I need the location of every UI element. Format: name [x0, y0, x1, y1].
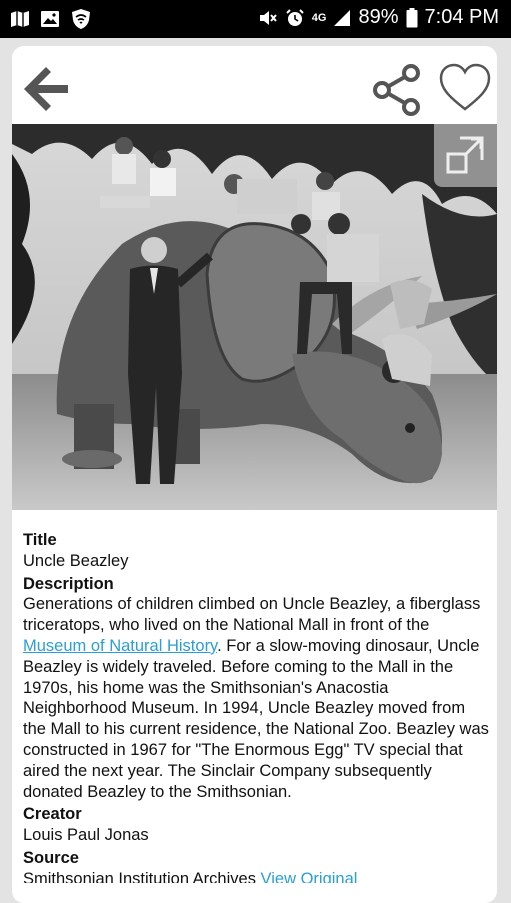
creator-value: Louis Paul Jonas [23, 826, 149, 845]
battery-icon [406, 7, 418, 27]
status-bar: 4G 89% 7:04 PM [0, 0, 511, 38]
share-button[interactable] [370, 64, 424, 116]
source-label: Source [23, 848, 79, 867]
battery-percent: 89% [358, 6, 399, 28]
favorite-button[interactable] [438, 62, 492, 114]
heart-outline-icon [439, 63, 491, 111]
image-icon [41, 11, 59, 27]
arrow-left-icon [24, 67, 68, 111]
back-button[interactable] [22, 64, 72, 114]
clock: 7:04 PM [424, 6, 499, 28]
network-type: 4G [311, 11, 327, 24]
expand-icon [446, 136, 484, 174]
alarm-icon [286, 8, 304, 26]
title-value: Uncle Beazley [23, 551, 129, 570]
signal-icon [334, 9, 351, 26]
detail-card: Title Uncle Beazley Description Generati… [12, 46, 497, 903]
description-label: Description [23, 574, 114, 593]
share-icon [373, 64, 420, 116]
photo-illustration [12, 124, 497, 510]
item-details: Title Uncle Beazley Description Generati… [23, 530, 489, 885]
uncle-beazley-photo[interactable] [12, 124, 497, 510]
description-part-2: . For a slow-moving dinosaur, Uncle Beaz… [23, 636, 489, 801]
description-text: Generations of children climbed on Uncle… [23, 594, 489, 802]
title-label: Title [23, 531, 57, 549]
source-value: Smithsonian Institution Archives View Or… [23, 869, 489, 883]
mute-icon [259, 10, 277, 25]
map-icon [11, 11, 29, 27]
source-text: Smithsonian Institution Archives [23, 869, 256, 883]
museum-link[interactable]: Museum of Natural History [23, 637, 217, 655]
expand-button[interactable] [434, 124, 497, 187]
description-part-1: Generations of children climbed on Uncle… [23, 595, 481, 635]
creator-label: Creator [23, 805, 82, 824]
view-original-link[interactable]: View Original [261, 870, 358, 883]
shield-icon [72, 9, 90, 29]
